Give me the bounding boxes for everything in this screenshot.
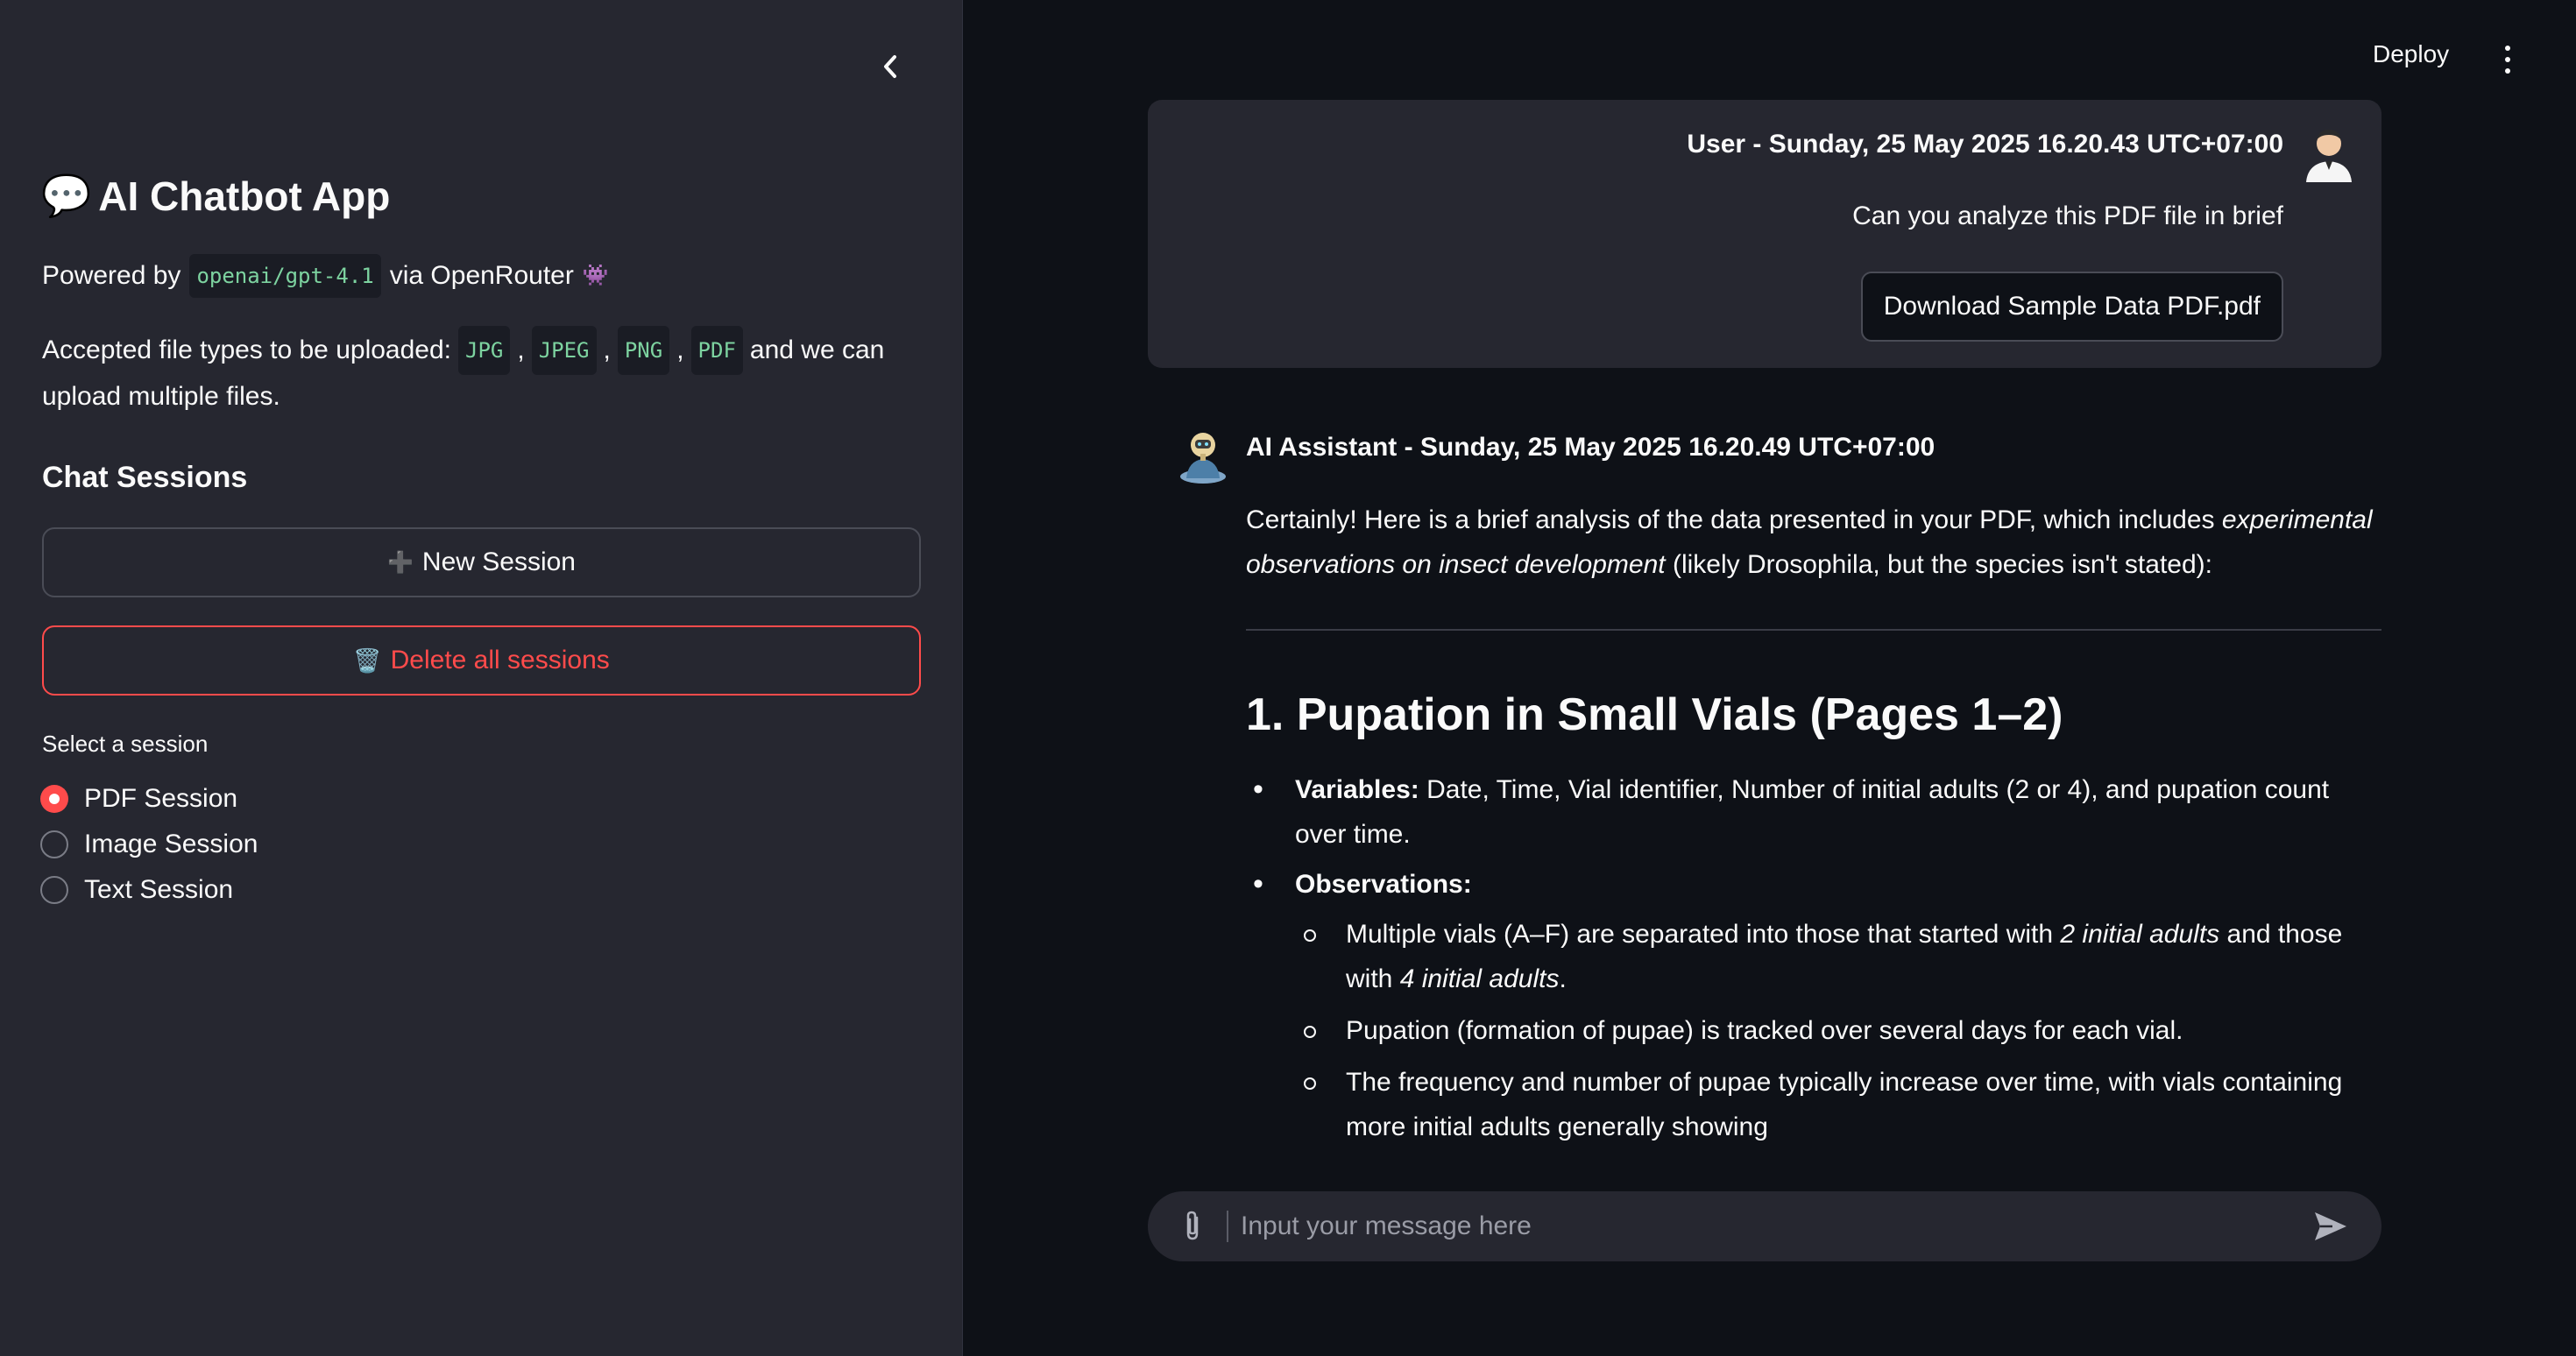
radio-unselected[interactable] [40,876,68,904]
ai-message-header: AI Assistant - Sunday, 25 May 2025 16.20… [1246,433,1936,462]
trash-icon: 🗑️ [353,646,382,674]
main-menu-button[interactable] [2497,42,2518,77]
chevron-left-icon [884,55,896,78]
chat-input-bar [1148,1191,2381,1261]
file-type-jpeg: JPEG [531,326,597,375]
powered-prefix: Powered by [42,261,181,290]
speech-bubble-icon: 💬 [41,173,92,218]
session-option-label: PDF Session [84,784,238,813]
select-session-label: Select a session [42,731,209,757]
session-option-text[interactable]: Text Session [40,867,258,913]
session-option-pdf[interactable]: PDF Session [40,776,258,822]
file-type-pdf: PDF [690,326,743,375]
file-type-png: PNG [617,326,670,375]
user-message-text: Can you analyze this PDF file in brief [1852,201,2283,230]
accepted-line-2: upload multiple files. [42,382,280,411]
accepted-prefix: Accepted file types to be uploaded: [42,335,451,364]
ai-intro-paragraph: Certainly! Here is a brief analysis of t… [1246,505,2373,579]
section-heading: 1. Pupation in Small Vials (Pages 1–2) [1246,689,2063,740]
plus-icon: ➕ [387,550,414,575]
list-item: Observations: Multiple vials (A–F) are s… [1246,862,2381,1149]
input-divider [1227,1211,1228,1242]
delete-all-label: Delete all sessions [390,646,610,674]
download-pdf-button[interactable]: Download Sample Data PDF.pdf [1860,272,2283,342]
user-avatar-icon [2306,130,2352,182]
powered-by-line: Powered by openai/gpt-4.1 via OpenRouter… [42,254,609,298]
divider [1246,629,2381,631]
send-icon[interactable] [2313,1211,2348,1242]
new-session-label: New Session [421,547,576,576]
file-type-jpg: JPG [458,326,511,375]
alien-monster-icon: 👾 [582,264,609,287]
accepted-suffix: and we can [749,335,885,364]
deploy-button[interactable]: Deploy [2373,40,2449,68]
model-code: openai/gpt-4.1 [189,254,381,298]
app-title: 💬 AI Chatbot App [41,172,390,220]
user-message-header: User - Sunday, 25 May 2025 16.20.43 UTC+… [1687,130,2283,159]
radio-selected[interactable] [40,785,68,813]
list-item: Pupation (formation of pupae) is tracked… [1295,1008,2381,1053]
accepted-file-types: Accepted file types to be uploaded: JPG,… [42,326,918,419]
analysis-list: Variables: Date, Time, Vial identifier, … [1246,767,2381,1149]
powered-suffix: via OpenRouter [389,261,574,290]
new-session-button[interactable]: ➕ New Session [42,527,921,597]
collapse-sidebar-button[interactable] [873,46,908,88]
session-option-label: Image Session [84,830,258,858]
sidebar: 💬 AI Chatbot App Powered by openai/gpt-4… [0,0,963,1356]
chat-sessions-heading: Chat Sessions [42,461,248,494]
ai-assistant-avatar-icon [1180,433,1226,484]
delete-all-sessions-button[interactable]: 🗑️ Delete all sessions [42,625,921,696]
kebab-dot [2505,68,2510,74]
list-item: Variables: Date, Time, Vial identifier, … [1246,767,2381,857]
list-item: The frequency and number of pupae typica… [1295,1060,2381,1149]
radio-unselected[interactable] [40,830,68,858]
kebab-dot [2505,46,2510,51]
ai-message-body: Certainly! Here is a brief analysis of t… [1246,498,2381,1163]
chat-message-input[interactable] [1241,1200,2283,1253]
session-option-label: Text Session [84,875,234,904]
kebab-dot [2505,57,2510,62]
session-option-image[interactable]: Image Session [40,822,258,867]
session-radio-group: PDF Session Image Session Text Session [40,776,258,913]
observations-sublist: Multiple vials (A–F) are separated into … [1295,912,2381,1149]
paperclip-icon[interactable] [1179,1209,1206,1244]
app-title-text: AI Chatbot App [98,173,391,219]
list-item: Multiple vials (A–F) are separated into … [1295,912,2381,1001]
user-message: User - Sunday, 25 May 2025 16.20.43 UTC+… [1148,100,2381,368]
